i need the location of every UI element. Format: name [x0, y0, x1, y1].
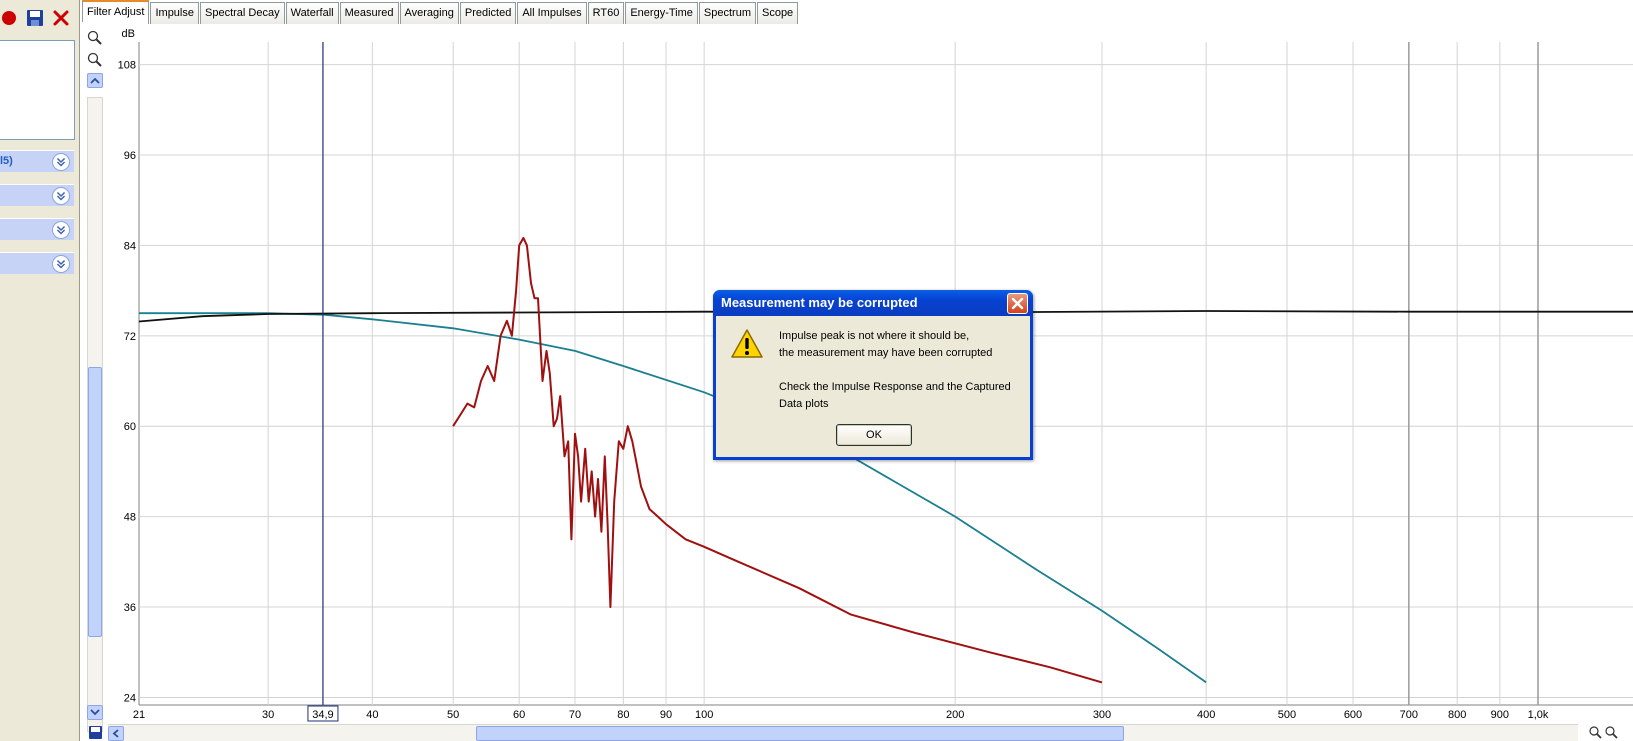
tab-waterfall[interactable]: Waterfall [285, 2, 339, 24]
warning-icon [731, 329, 763, 358]
zoom-controls[interactable] [1588, 725, 1633, 741]
chevron-left-icon [112, 729, 119, 738]
cursor-readout: 34,9 [312, 709, 333, 721]
chevron-down-icon [90, 709, 100, 716]
x-tick-label: 21 [133, 709, 145, 721]
x-tick-label: 900 [1491, 709, 1509, 721]
tab-measured[interactable]: Measured [339, 2, 399, 24]
y-tick-label: 96 [124, 150, 136, 162]
tab-spectrum[interactable]: Spectrum [698, 2, 756, 24]
dialog-title-bar[interactable]: Measurement may be corrupted [713, 290, 1033, 316]
y-tick-label: 36 [124, 602, 136, 614]
x-tick-label: 40 [366, 709, 378, 721]
x-tick-label: 60 [513, 709, 525, 721]
chart-cursor[interactable]: 34,9 [307, 42, 339, 722]
dialog-message-line [779, 362, 1029, 379]
tab-energy-time[interactable]: Energy-Time [625, 2, 698, 24]
measurements-toolbar [0, 6, 80, 30]
dialog-message-line: Impulse peak is not where it should be, [779, 330, 970, 342]
scroll-left-button[interactable] [108, 726, 124, 741]
x-tick-label: 70 [569, 709, 581, 721]
scroll-down-button[interactable] [87, 705, 103, 720]
x-tick-label: 90 [660, 709, 672, 721]
tab-rt60[interactable]: RT60 [587, 2, 625, 24]
vertical-controls [82, 22, 106, 741]
record-icon[interactable] [0, 9, 18, 27]
y-tick-label: 108 [118, 60, 136, 72]
x-tick-label: 600 [1344, 709, 1362, 721]
dialog-message-line: the measurement may have been corrupted [779, 347, 993, 359]
dialog-message-line: Check the Impulse Response and the Captu… [779, 381, 1011, 393]
y-tick-label: 84 [124, 240, 136, 252]
x-axis-labels: 21 30 40 50 60 70 80 90 100 200 300 400 500 600 700 800… [133, 709, 1549, 721]
save-icon[interactable] [26, 9, 44, 27]
x-tick-label: 300 [1093, 709, 1111, 721]
y-axis-title: dB [122, 28, 135, 40]
tab-all-impulses[interactable]: All Impulses [517, 2, 587, 24]
warning-dialog: Measurement may be corrupted Impulse pea… [713, 290, 1033, 460]
panel-section-row[interactable] [0, 218, 74, 240]
save-icon[interactable] [88, 725, 103, 740]
y-tick-label: 24 [124, 692, 136, 704]
tab-filter-adjust[interactable]: Filter Adjust [82, 0, 150, 24]
x-tick-label: 200 [946, 709, 964, 721]
y-axis-labels: 108 96 84 72 60 48 36 24 dB [118, 28, 136, 704]
dialog-message-line: Data plots [779, 398, 829, 410]
x-tick-label: 400 [1197, 709, 1215, 721]
tab-spectral-decay[interactable]: Spectral Decay [200, 2, 285, 24]
dialog-close-button[interactable] [1007, 293, 1028, 314]
x-tick-label: 50 [447, 709, 459, 721]
x-tick-label: 30 [262, 709, 274, 721]
panel-section-label: l5) [0, 155, 13, 167]
chevron-down-icon[interactable] [52, 187, 70, 205]
series-line-0 [139, 312, 1207, 684]
horizontal-scroll-thumb[interactable] [476, 726, 1124, 741]
panel-section-row[interactable] [0, 184, 74, 206]
close-icon[interactable] [52, 9, 70, 27]
tab-averaging[interactable]: Averaging [399, 2, 459, 24]
close-icon [1011, 297, 1024, 310]
vertical-scroll-thumb[interactable] [88, 367, 102, 637]
panel-section-row[interactable] [0, 252, 74, 274]
measurement-list[interactable] [0, 40, 75, 140]
panel-section-row[interactable]: l5) [0, 150, 74, 172]
tab-predicted[interactable]: Predicted [459, 2, 517, 24]
chevron-up-icon [90, 77, 100, 84]
x-tick-label: 500 [1278, 709, 1296, 721]
zoom-in-icon[interactable] [87, 30, 103, 46]
horizontal-scrollbar[interactable] [108, 724, 1578, 741]
view-tabs: Filter Adjust Impulse Spectral Decay Waterf… [82, 0, 799, 24]
x-tick-label: 80 [617, 709, 629, 721]
x-tick-label: 700 [1400, 709, 1418, 721]
cursor-readout-box [307, 705, 339, 722]
zoom-in-icon[interactable] [1589, 726, 1602, 739]
y-tick-label: 60 [124, 421, 136, 433]
chevron-down-icon[interactable] [52, 255, 70, 273]
y-tick-label: 72 [124, 331, 136, 343]
scroll-up-button[interactable] [87, 73, 103, 88]
x-tick-label: 1,0k [1528, 709, 1549, 721]
x-tick-label: 800 [1448, 709, 1466, 721]
dialog-message: Impulse peak is not where it should be, … [779, 328, 1029, 413]
zoom-out-icon[interactable] [87, 52, 103, 68]
chevron-down-icon[interactable] [52, 221, 70, 239]
measurements-panel: l5) [0, 0, 80, 741]
zoom-out-icon[interactable] [1605, 726, 1618, 739]
chevron-down-icon[interactable] [52, 153, 70, 171]
tab-impulse[interactable]: Impulse [150, 2, 199, 24]
tab-scope[interactable]: Scope [756, 2, 799, 24]
dialog-title: Measurement may be corrupted [721, 295, 918, 310]
y-tick-label: 48 [124, 512, 136, 524]
ok-button[interactable]: OK [836, 424, 912, 446]
x-tick-label: 100 [695, 709, 713, 721]
